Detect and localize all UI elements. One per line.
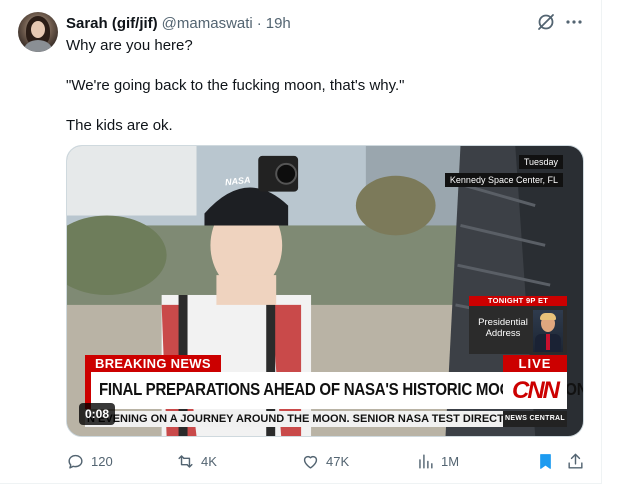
- retweet-button[interactable]: 4K: [176, 450, 217, 472]
- news-central-label: NEWS CENTRAL: [503, 411, 567, 427]
- video-duration: 0:08: [79, 403, 116, 425]
- tweet-card[interactable]: Sarah (gif/jif) @mamaswati · 19h Why are…: [0, 0, 602, 484]
- timestamp[interactable]: 19h: [266, 15, 291, 32]
- avatar[interactable]: [18, 12, 58, 52]
- presidential-address-label: Presidential Address: [478, 317, 528, 339]
- share-button[interactable]: [566, 450, 591, 472]
- ticker-body: EVENING ON A JOURNEY AROUND THE MOON. SE…: [98, 413, 551, 425]
- tweet-line: "We're going back to the fucking moon, t…: [66, 77, 405, 94]
- ticker-text: N EVENING ON A JOURNEY AROUND THE MOON. …: [87, 413, 550, 425]
- avatar-face: [31, 21, 45, 38]
- portrait-tie: [546, 334, 550, 350]
- author-name[interactable]: Sarah (gif/jif): [66, 15, 158, 32]
- headline-bar: FINAL PREPARATIONS AHEAD OF NASA'S HISTO…: [85, 372, 583, 409]
- location-overlay: Tuesday Kennedy Space Center, FL: [444, 152, 563, 188]
- reply-icon: [68, 454, 83, 469]
- cnn-logo: CNN: [512, 377, 560, 404]
- like-button[interactable]: 47K: [301, 450, 349, 472]
- action-bar: 120 4K 47K 1M: [66, 450, 586, 472]
- tweet-line: The kids are ok.: [66, 117, 173, 134]
- tweet-header: Sarah (gif/jif) @mamaswati · 19h: [66, 13, 291, 33]
- tweet-line: Why are you here?: [66, 37, 193, 54]
- more-options-icon[interactable]: [564, 12, 584, 32]
- views-icon: [419, 453, 433, 469]
- breaking-news-banner: BREAKING NEWS: [85, 355, 221, 372]
- live-badge: LIVE: [503, 355, 567, 372]
- location-place: Kennedy Space Center, FL: [444, 173, 563, 187]
- video-player[interactable]: NASA Tuesday Kennedy Space Center, FL TO…: [66, 145, 584, 437]
- news-ticker: N EVENING ON A JOURNEY AROUND THE MOON. …: [85, 411, 567, 427]
- tweet-text: Why are you here? "We're going back to t…: [66, 36, 586, 136]
- grok-icon[interactable]: [536, 12, 556, 32]
- bookmark-icon: [540, 453, 551, 469]
- like-count: 47K: [326, 453, 350, 469]
- portrait-hair: [540, 313, 556, 320]
- portrait-image: [533, 310, 563, 352]
- retweet-icon: [178, 454, 193, 468]
- avatar-body: [24, 40, 52, 52]
- network-logo-box: CNN: [503, 372, 567, 409]
- retweet-count: 4K: [201, 453, 217, 469]
- views-button[interactable]: 1M: [416, 450, 459, 472]
- reply-button[interactable]: 120: [66, 450, 113, 472]
- location-day: Tuesday: [518, 155, 563, 169]
- heart-icon: [303, 455, 318, 469]
- tonight-tag: TONIGHT 9P ET: [487, 296, 549, 305]
- separator-dot: ·: [256, 14, 262, 32]
- author-handle[interactable]: @mamaswati: [162, 15, 253, 32]
- views-count: 1M: [441, 453, 460, 469]
- presidential-address-box: TONIGHT 9P ET Presidential Address: [469, 296, 567, 354]
- bookmark-button[interactable]: [536, 450, 561, 472]
- reply-count: 120: [91, 453, 113, 469]
- share-icon: [568, 453, 583, 469]
